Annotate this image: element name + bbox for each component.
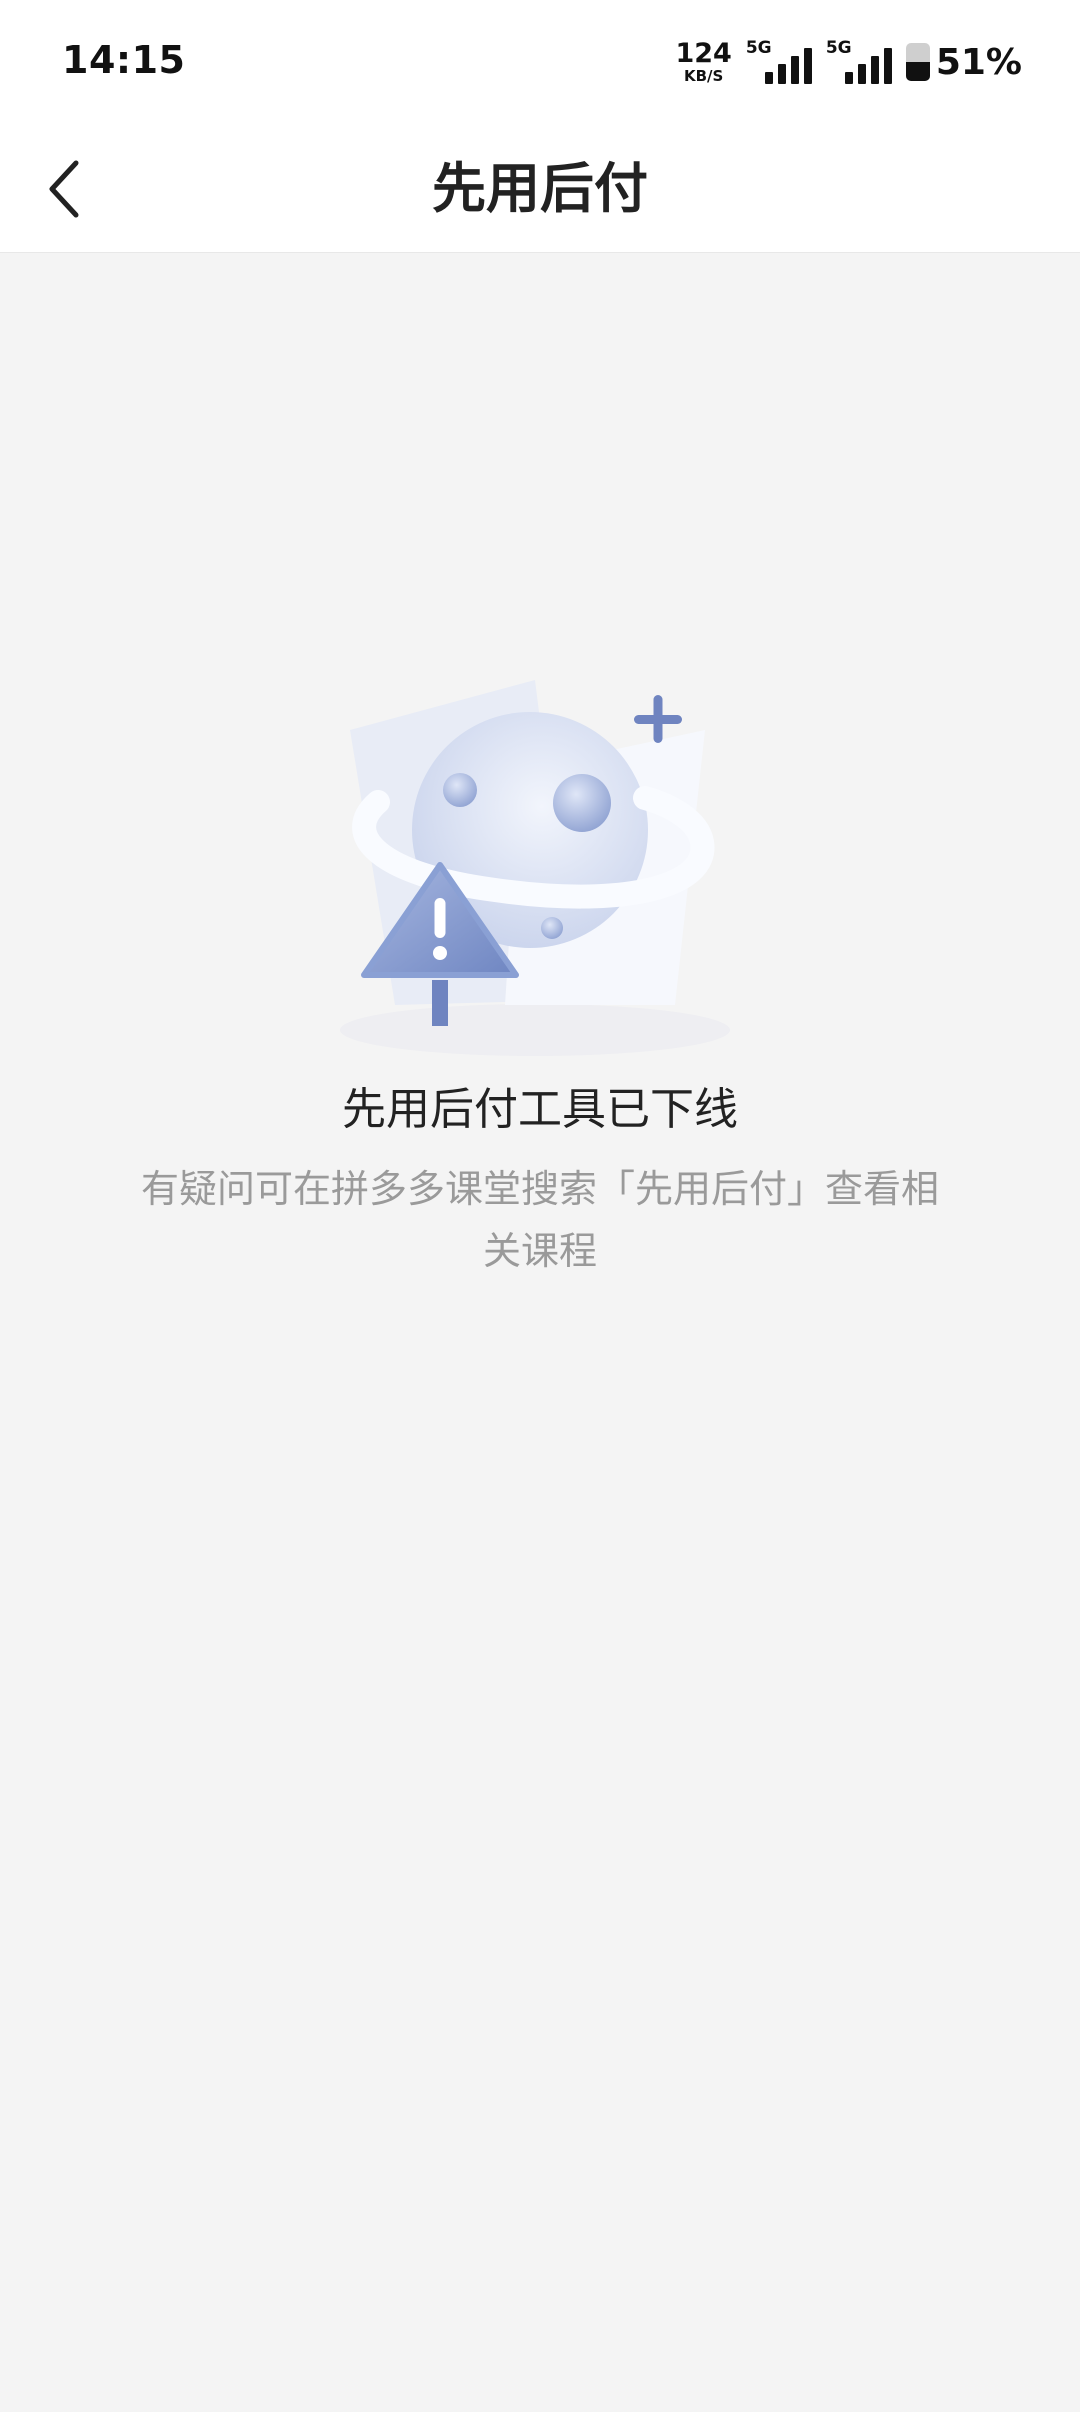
empty-state-title: 先用后付工具已下线: [342, 1084, 738, 1135]
empty-state: 先用后付工具已下线 有疑问可在拼多多课堂搜索「先用后付」查看相关课程: [0, 660, 1080, 1282]
sim2-signal-icon: 5G: [826, 40, 892, 84]
battery-icon: [905, 43, 930, 81]
sim2-signal-bars: [844, 48, 892, 84]
navigation-bar: 先用后付: [0, 124, 1080, 253]
planet-warning-icon: [340, 680, 730, 1056]
status-bar: 14:15 124 KB/S 5G 5G 51%: [0, 0, 1080, 124]
status-icons: 124 KB/S 5G 5G 51%: [675, 38, 1022, 86]
network-speed-value: 124: [675, 38, 732, 69]
battery-indicator: 51%: [905, 41, 1022, 83]
network-speed: 124 KB/S: [675, 40, 731, 84]
sim1-signal-bars: [764, 48, 812, 84]
battery-percent: 51%: [935, 41, 1022, 83]
battery-level-fill: [905, 61, 930, 81]
page-title: 先用后付: [432, 157, 648, 220]
network-speed-unit: KB/S: [683, 67, 724, 85]
sim1-signal-icon: 5G: [746, 40, 812, 84]
empty-state-description: 有疑问可在拼多多课堂搜索「先用后付」查看相关课程: [140, 1167, 939, 1273]
status-time: 14:15: [62, 38, 186, 82]
